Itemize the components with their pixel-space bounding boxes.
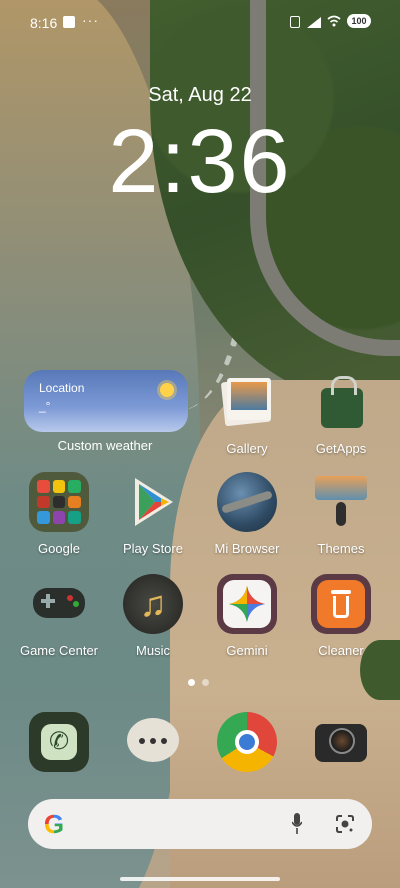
themes-icon (311, 472, 371, 532)
microphone-icon[interactable] (292, 812, 302, 836)
clock-time[interactable]: 2:36 (0, 112, 400, 212)
app-label-play-store: Play Store (123, 541, 183, 556)
battery-icon: 100 (347, 14, 371, 28)
dock-phone[interactable]: ✆ (14, 712, 104, 772)
gemini-icon (217, 574, 277, 634)
app-google-folder[interactable]: Google (14, 472, 104, 556)
app-game-center[interactable]: Game Center (14, 574, 104, 658)
globe-icon (217, 472, 277, 532)
trash-icon (311, 574, 371, 634)
app-label-getapps: GetApps (315, 441, 367, 456)
phone-icon: ✆ (29, 712, 89, 772)
app-label-gemini: Gemini (226, 643, 268, 658)
app-label-mi-browser: Mi Browser (214, 541, 280, 556)
gallery-icon (217, 372, 277, 432)
app-label-gallery: Gallery (226, 441, 268, 456)
app-getapps[interactable]: GetApps (296, 372, 386, 456)
gamepad-icon (29, 574, 89, 634)
google-lens-icon[interactable] (334, 813, 356, 835)
weather-location: Location (39, 381, 85, 395)
sun-icon (160, 383, 174, 397)
google-folder-icon (29, 472, 89, 532)
weather-widget[interactable]: Location _° (24, 370, 188, 432)
app-label-google: Google (38, 541, 80, 556)
weather-temp: _° (39, 399, 51, 413)
page-indicator[interactable] (188, 673, 216, 691)
app-mi-browser[interactable]: Mi Browser (202, 472, 292, 556)
message-bubble-icon (123, 712, 183, 772)
home-gesture-bar[interactable] (120, 877, 280, 881)
status-bar: 8:16 ··· 100 (0, 0, 400, 44)
clock-date[interactable]: Sat, Aug 22 (0, 84, 400, 107)
page-dot-active (188, 679, 195, 686)
app-label-cleaner: Cleaner (318, 643, 364, 658)
dock-messages[interactable] (108, 712, 198, 772)
app-music[interactable]: ♫ Music (108, 574, 198, 658)
app-gemini[interactable]: Gemini (202, 574, 292, 658)
app-label-game-center: Game Center (19, 643, 99, 658)
play-store-icon (123, 472, 183, 532)
music-note-icon: ♫ (123, 574, 183, 634)
camera-icon (311, 712, 371, 772)
more-notifications-icon: ··· (82, 12, 99, 28)
dock-camera[interactable] (296, 712, 386, 772)
app-cleaner[interactable]: Cleaner (296, 574, 386, 658)
app-label-themes: Themes (317, 541, 365, 556)
weather-widget-label: Custom weather (57, 438, 153, 453)
app-gallery[interactable]: Gallery (202, 372, 292, 456)
google-g-icon: G (40, 810, 68, 838)
dock-chrome[interactable] (202, 712, 292, 772)
app-play-store[interactable]: Play Store (108, 472, 198, 556)
chrome-icon (217, 712, 277, 772)
wifi-icon (327, 15, 341, 27)
shopping-bag-icon (311, 372, 371, 432)
google-search-bar[interactable]: G (28, 799, 372, 849)
vibrate-icon (290, 16, 300, 28)
signal-icon (307, 17, 321, 28)
status-time: 8:16 (30, 15, 58, 31)
notification-square-icon (63, 16, 75, 28)
app-label-music: Music (136, 643, 170, 658)
app-themes[interactable]: Themes (296, 472, 386, 556)
page-dot (202, 679, 209, 686)
